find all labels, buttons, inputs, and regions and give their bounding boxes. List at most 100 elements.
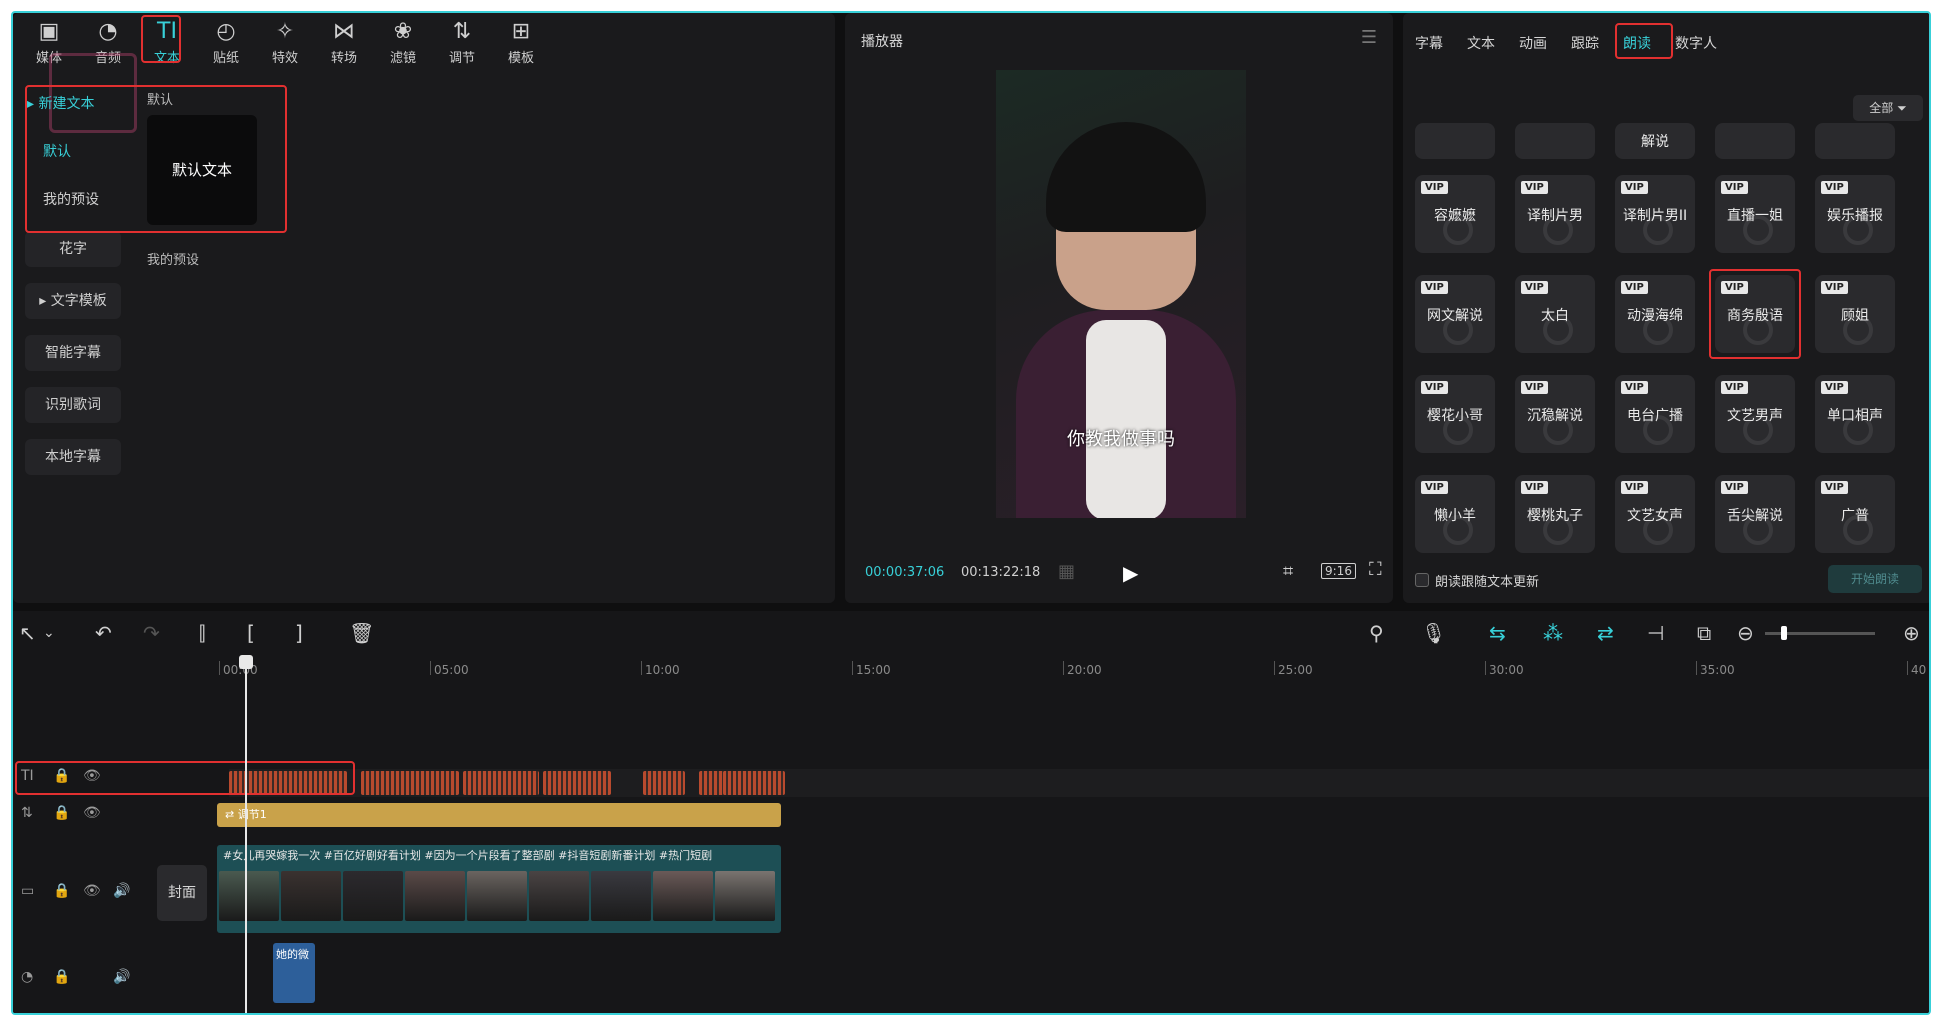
tab-0[interactable]: 字幕	[1415, 33, 1443, 53]
voice-card-partial[interactable]	[1515, 123, 1595, 159]
text-clip-group[interactable]	[463, 771, 539, 795]
voice-card-partial[interactable]	[1815, 123, 1895, 159]
playhead[interactable]	[245, 659, 247, 1013]
audio-clip[interactable]: 她的微	[273, 943, 315, 1003]
playhead-handle[interactable]	[239, 655, 253, 669]
highlight-text-track	[15, 761, 355, 795]
voice-card-partial[interactable]	[1715, 123, 1795, 159]
toolbar-sticker-button[interactable]: ◴ 贴纸	[196, 17, 256, 71]
tab-2[interactable]: 动画	[1519, 33, 1547, 53]
preview-icon[interactable]: ⧉	[1697, 621, 1711, 645]
sidebar-item-lyrics[interactable]: 识别歌词	[25, 387, 121, 423]
voice-card[interactable]: VIP 译制片男II	[1615, 175, 1695, 253]
vip-badge: VIP	[1821, 181, 1848, 194]
select-tool-icon[interactable]: ↖	[19, 621, 36, 645]
video-track-icon: ▭	[21, 883, 35, 899]
ratio-button[interactable]: 9:16	[1321, 563, 1356, 579]
voice-card[interactable]: VIP 电台广播	[1615, 375, 1695, 453]
zoom-slider[interactable]	[1765, 626, 1875, 640]
lock-icon[interactable]: 🔒	[53, 883, 70, 899]
voice-label: 娱乐播报	[1827, 208, 1883, 224]
player-menu-icon[interactable]: ☰	[1361, 27, 1377, 48]
voice-card[interactable]: VIP 太白	[1515, 275, 1595, 353]
voice-card[interactable]: VIP 娱乐播报	[1815, 175, 1895, 253]
voice-card[interactable]: VIP 译制片男	[1515, 175, 1595, 253]
undo-icon[interactable]: ↶	[95, 621, 112, 645]
cover-button[interactable]: 封面	[157, 865, 207, 921]
play-button[interactable]: ▶	[1123, 561, 1138, 585]
sidebar-item-flower-text[interactable]: 花字	[25, 231, 121, 267]
zoom-out-icon[interactable]: ⊖	[1737, 621, 1754, 645]
microphone-icon[interactable]: 🎙	[1421, 621, 1446, 645]
voice-card[interactable]: VIP 文艺女声	[1615, 475, 1695, 553]
toolbar-adjust-button[interactable]: ⇅ 调节	[432, 17, 492, 71]
voice-label: 广普	[1841, 508, 1869, 524]
voice-card-partial[interactable]: 解说	[1615, 123, 1695, 159]
split-view-icon[interactable]: ⊣	[1647, 621, 1664, 645]
tab-5[interactable]: 数字人	[1675, 33, 1717, 53]
voice-card[interactable]: VIP 樱花小哥	[1415, 375, 1495, 453]
link-main-icon[interactable]: ⇆	[1489, 621, 1506, 645]
redo-icon[interactable]: ↷	[143, 621, 160, 645]
split-icon[interactable]: ⫿	[199, 621, 205, 645]
zoom-in-icon[interactable]: ⊕	[1903, 621, 1920, 645]
toolbar-effects-button[interactable]: ✧ 特效	[255, 17, 315, 71]
voice-card[interactable]: VIP 单口相声	[1815, 375, 1895, 453]
volume-icon[interactable]: 🔊	[113, 883, 130, 899]
follow-text-checkbox[interactable]	[1415, 573, 1429, 587]
eye-icon[interactable]: 👁	[83, 805, 101, 821]
sidebar-item-text-template[interactable]: ▸ 文字模板	[25, 283, 121, 319]
sidebar-item-local-subtitle[interactable]: 本地字幕	[25, 439, 121, 475]
follow-text-label: 朗读跟随文本更新	[1435, 575, 1540, 590]
ruler-tick: 40	[1906, 661, 1927, 677]
select-dropdown-icon[interactable]: ⌄	[43, 625, 55, 641]
voice-card[interactable]: VIP 舌尖解说	[1715, 475, 1795, 553]
default-text-card[interactable]: 默认文本	[147, 115, 257, 225]
sidebar-item-smart-subtitle[interactable]: 智能字幕	[25, 335, 121, 371]
app-window: ▣ 媒体 ◔ 音频 TI 文本 ◴ 贴纸 ✧ 特效 ⋈ 转场 ❀ 滤镜 ⇅ 调节 ⊞ 模板 ▸ 新建文本 默认 我…	[11, 11, 1931, 1015]
voice-card[interactable]: VIP 广普	[1815, 475, 1895, 553]
vip-badge: VIP	[1721, 481, 1748, 494]
voice-card-partial[interactable]	[1415, 123, 1495, 159]
tab-1[interactable]: 文本	[1467, 33, 1495, 53]
player-title: 播放器	[861, 34, 903, 50]
volume-icon[interactable]: 🔊	[113, 969, 130, 985]
lock-icon[interactable]: 🔒	[53, 805, 70, 821]
toolbar-filter-button[interactable]: ❀ 滤镜	[373, 17, 433, 71]
text-clip-group[interactable]	[361, 771, 459, 795]
eye-icon[interactable]: 👁	[83, 883, 101, 899]
text-clip-group[interactable]	[543, 771, 611, 795]
tab-3[interactable]: 跟踪	[1571, 33, 1599, 53]
screenshot-icon[interactable]: ⌗	[1283, 561, 1293, 582]
magic-icon[interactable]: ⚲	[1369, 621, 1384, 645]
voice-card[interactable]: VIP 顾姐	[1815, 275, 1895, 353]
voice-card[interactable]: VIP 直播一姐	[1715, 175, 1795, 253]
vip-badge: VIP	[1521, 481, 1548, 494]
start-reading-button[interactable]: 开始朗读	[1828, 565, 1922, 593]
trim-left-icon[interactable]: [	[247, 621, 255, 645]
toolbar-label: 贴纸	[212, 51, 239, 66]
toolbar-transition-button[interactable]: ⋈ 转场	[314, 17, 374, 71]
voice-card[interactable]: VIP 懒小羊	[1415, 475, 1495, 553]
filter-button[interactable]: 全部 ⏷	[1853, 95, 1923, 121]
timecode-grid-icon[interactable]: ▦	[1058, 561, 1075, 582]
voice-card[interactable]: VIP 网文解说	[1415, 275, 1495, 353]
voice-card[interactable]: VIP 樱桃丸子	[1515, 475, 1595, 553]
delete-icon[interactable]: 🗑	[349, 621, 374, 645]
voice-card[interactable]: VIP 容嬷嬷	[1415, 175, 1495, 253]
adjust-clip[interactable]: ⇄ 调节1	[217, 803, 781, 827]
fullscreen-icon[interactable]: ⛶	[1369, 559, 1382, 580]
text-clip-group[interactable]	[643, 771, 685, 795]
video-preview[interactable]: 你教我做事吗	[996, 70, 1246, 518]
toolbar-template-button[interactable]: ⊞ 模板	[491, 17, 551, 71]
link-audio-icon[interactable]: ⇄	[1597, 621, 1614, 645]
voice-card[interactable]: VIP 文艺男声	[1715, 375, 1795, 453]
trim-right-icon[interactable]: ]	[295, 621, 303, 645]
voice-card[interactable]: VIP 沉稳解说	[1515, 375, 1595, 453]
voice-card[interactable]: VIP 动漫海绵	[1615, 275, 1695, 353]
zoom-slider-handle[interactable]	[1781, 626, 1787, 640]
lock-icon[interactable]: 🔒	[53, 969, 70, 985]
snap-icon[interactable]: ⁂	[1543, 621, 1563, 645]
text-clip-group[interactable]	[723, 771, 785, 795]
media-panel: ▣ 媒体 ◔ 音频 TI 文本 ◴ 贴纸 ✧ 特效 ⋈ 转场 ❀ 滤镜 ⇅ 调节 ⊞ 模板 ▸ 新建文本 默认 我…	[13, 13, 835, 603]
